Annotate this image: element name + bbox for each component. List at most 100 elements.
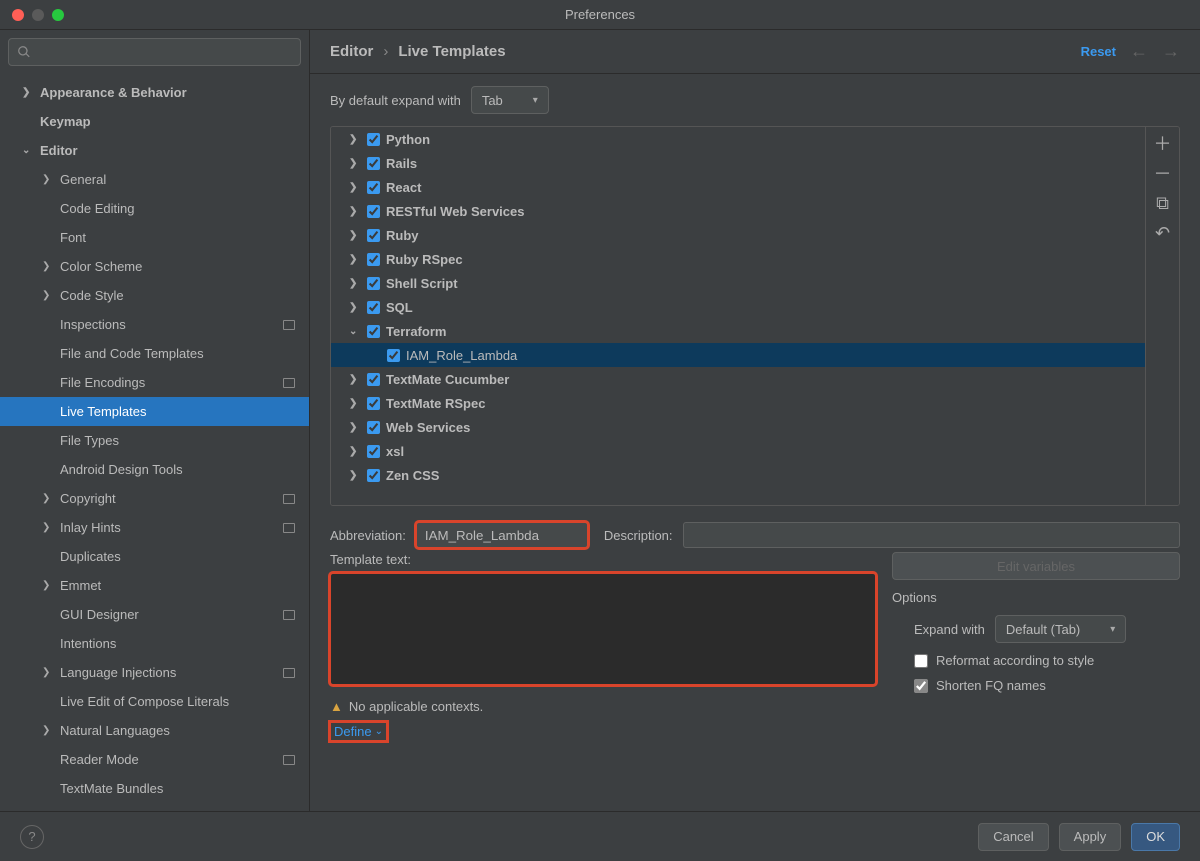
cancel-button[interactable]: Cancel — [978, 823, 1048, 851]
template-group-zen-css[interactable]: ❯Zen CSS — [331, 463, 1145, 487]
expand-with-value: Tab — [482, 93, 503, 108]
template-group-checkbox[interactable] — [367, 373, 380, 386]
sidebar-item-duplicates[interactable]: Duplicates — [0, 542, 309, 571]
template-group-terraform[interactable]: ⌄Terraform — [331, 319, 1145, 343]
template-group-checkbox[interactable] — [367, 133, 380, 146]
undo-button[interactable]: ↶ — [1153, 223, 1173, 243]
template-group-rails[interactable]: ❯Rails — [331, 151, 1145, 175]
apply-button[interactable]: Apply — [1059, 823, 1122, 851]
sidebar-item-gui-designer[interactable]: GUI Designer — [0, 600, 309, 629]
template-group-sql[interactable]: ❯SQL — [331, 295, 1145, 319]
template-group-checkbox[interactable] — [367, 157, 380, 170]
template-group-checkbox[interactable] — [367, 469, 380, 482]
chevron-right-icon: ❯ — [349, 302, 363, 313]
remove-template-button[interactable]: － — [1153, 163, 1173, 183]
sidebar-item-label: Copyright — [60, 491, 116, 506]
expand-with-dropdown[interactable]: Tab ▾ — [471, 86, 549, 114]
template-group-label: Terraform — [386, 324, 446, 339]
chevron-right-icon: ❯ — [42, 290, 56, 301]
template-group-checkbox[interactable] — [367, 253, 380, 266]
sidebar-item-label: File and Code Templates — [60, 346, 204, 361]
sidebar-item-editor[interactable]: ⌄Editor — [0, 136, 309, 165]
sidebar-item-label: Emmet — [60, 578, 101, 593]
sidebar-item-code-style[interactable]: ❯Code Style — [0, 281, 309, 310]
sidebar-item-file-encodings[interactable]: File Encodings — [0, 368, 309, 397]
sidebar-item-inlay-hints[interactable]: ❯Inlay Hints — [0, 513, 309, 542]
search-input[interactable] — [8, 38, 301, 66]
sidebar-item-general[interactable]: ❯General — [0, 165, 309, 194]
sidebar-item-intentions[interactable]: Intentions — [0, 629, 309, 658]
template-group-label: Ruby RSpec — [386, 252, 463, 267]
template-group-python[interactable]: ❯Python — [331, 127, 1145, 151]
maximize-window-icon[interactable] — [52, 9, 64, 21]
template-group-label: Ruby — [386, 228, 419, 243]
help-button[interactable]: ? — [20, 825, 44, 849]
template-group-checkbox[interactable] — [367, 421, 380, 434]
shorten-checkbox[interactable] — [914, 679, 928, 693]
chevron-right-icon: ❯ — [42, 522, 56, 533]
template-group-checkbox[interactable] — [367, 445, 380, 458]
edit-variables-button[interactable]: Edit variables — [892, 552, 1180, 580]
description-input[interactable] — [683, 522, 1180, 548]
template-group-textmate-rspec[interactable]: ❯TextMate RSpec — [331, 391, 1145, 415]
sidebar-item-file-types[interactable]: File Types — [0, 426, 309, 455]
template-item-checkbox[interactable] — [387, 349, 400, 362]
sidebar-item-live-templates[interactable]: Live Templates — [0, 397, 309, 426]
template-group-checkbox[interactable] — [367, 277, 380, 290]
sidebar-item-keymap[interactable]: Keymap — [0, 107, 309, 136]
description-label: Description: — [604, 528, 673, 543]
chevron-right-icon: ❯ — [42, 580, 56, 591]
breadcrumb-live-templates: Live Templates — [398, 43, 505, 60]
template-item-iam-role-lambda[interactable]: IAM_Role_Lambda — [331, 343, 1145, 367]
template-group-react[interactable]: ❯React — [331, 175, 1145, 199]
reset-link[interactable]: Reset — [1081, 44, 1116, 59]
template-tree[interactable]: ❯Python❯Rails❯React❯RESTful Web Services… — [331, 127, 1145, 505]
template-group-restful-web-services[interactable]: ❯RESTful Web Services — [331, 199, 1145, 223]
define-link[interactable]: Define ⌄ — [330, 722, 387, 741]
template-group-checkbox[interactable] — [367, 205, 380, 218]
ok-button[interactable]: OK — [1131, 823, 1180, 851]
breadcrumb-editor[interactable]: Editor — [330, 43, 373, 60]
sidebar-item-color-scheme[interactable]: ❯Color Scheme — [0, 252, 309, 281]
template-group-xsl[interactable]: ❯xsl — [331, 439, 1145, 463]
shorten-checkbox-row[interactable]: Shorten FQ names — [892, 678, 1180, 693]
reformat-checkbox-row[interactable]: Reformat according to style — [892, 653, 1180, 668]
sidebar-item-language-injections[interactable]: ❯Language Injections — [0, 658, 309, 687]
template-group-checkbox[interactable] — [367, 229, 380, 242]
expand-with-opt-dropdown[interactable]: Default (Tab) ▾ — [995, 615, 1126, 643]
close-window-icon[interactable] — [12, 9, 24, 21]
template-group-checkbox[interactable] — [367, 181, 380, 194]
minimize-window-icon[interactable] — [32, 9, 44, 21]
template-group-shell-script[interactable]: ❯Shell Script — [331, 271, 1145, 295]
sidebar-item-font[interactable]: Font — [0, 223, 309, 252]
template-text-area[interactable] — [330, 573, 876, 685]
chevron-down-icon: ▾ — [1110, 624, 1115, 635]
template-group-checkbox[interactable] — [367, 397, 380, 410]
sidebar-item-reader-mode[interactable]: Reader Mode — [0, 745, 309, 774]
add-template-button[interactable]: ＋ — [1153, 133, 1173, 153]
template-group-checkbox[interactable] — [367, 301, 380, 314]
chevron-down-icon: ⌄ — [375, 726, 383, 737]
sidebar-item-copyright[interactable]: ❯Copyright — [0, 484, 309, 513]
template-group-web-services[interactable]: ❯Web Services — [331, 415, 1145, 439]
chevron-right-icon: ❯ — [349, 134, 363, 145]
template-group-ruby-rspec[interactable]: ❯Ruby RSpec — [331, 247, 1145, 271]
sidebar-item-textmate-bundles[interactable]: TextMate Bundles — [0, 774, 309, 803]
sidebar-item-file-and-code-templates[interactable]: File and Code Templates — [0, 339, 309, 368]
sidebar-item-inspections[interactable]: Inspections — [0, 310, 309, 339]
template-group-ruby[interactable]: ❯Ruby — [331, 223, 1145, 247]
template-group-textmate-cucumber[interactable]: ❯TextMate Cucumber — [331, 367, 1145, 391]
copy-template-button[interactable]: ⧉ — [1153, 193, 1173, 213]
sidebar-item-natural-languages[interactable]: ❯Natural Languages — [0, 716, 309, 745]
sidebar-item-live-edit-of-compose-literals[interactable]: Live Edit of Compose Literals — [0, 687, 309, 716]
sidebar-item-code-editing[interactable]: Code Editing — [0, 194, 309, 223]
abbreviation-input[interactable] — [416, 522, 588, 548]
sidebar-item-emmet[interactable]: ❯ Emmet — [0, 571, 309, 600]
window-title: Preferences — [565, 7, 635, 22]
template-group-label: TextMate RSpec — [386, 396, 485, 411]
template-group-checkbox[interactable] — [367, 325, 380, 338]
chevron-right-icon: ❯ — [349, 422, 363, 433]
sidebar-item-android-design-tools[interactable]: Android Design Tools — [0, 455, 309, 484]
sidebar-item-appearance-behavior[interactable]: ❯Appearance & Behavior — [0, 78, 309, 107]
reformat-checkbox[interactable] — [914, 654, 928, 668]
